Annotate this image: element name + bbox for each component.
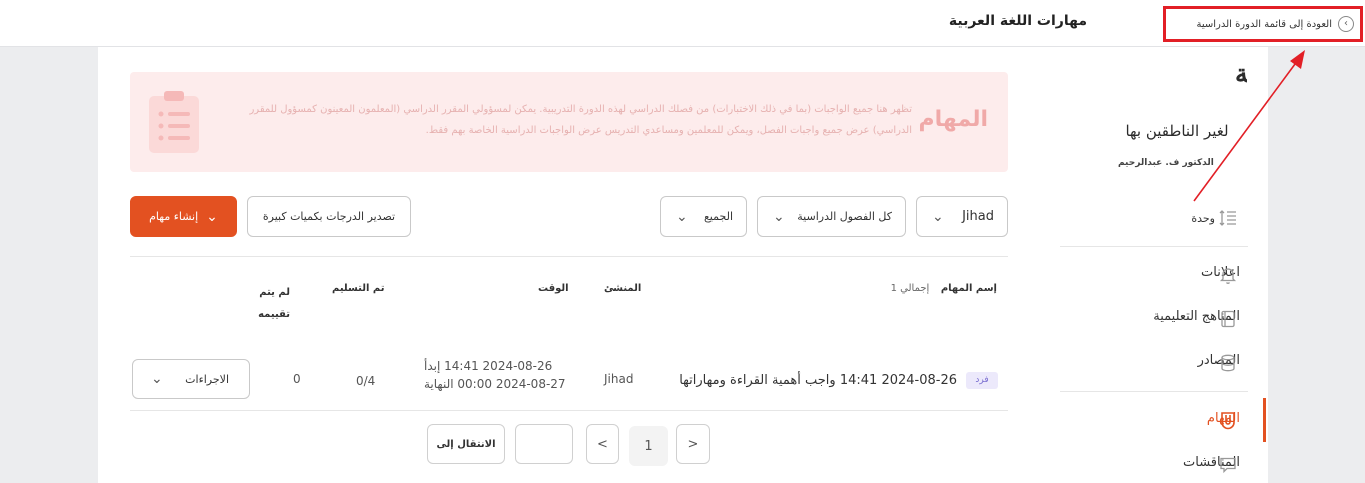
header-task-name-label: إسم المهام — [940, 283, 997, 294]
top-bar: مهارات اللغة العربية — [0, 0, 1365, 47]
sidebar-divider — [1060, 391, 1248, 392]
filter-teacher-value: Jihad — [962, 209, 994, 224]
header-creator: المنشئ — [604, 283, 642, 294]
tasks-info-banner: المهام تظهر هنا جميع الواجبات (بما في ذل… — [130, 72, 1008, 172]
next-page-button[interactable]: > — [676, 424, 710, 464]
filter-status-value: الجميع — [703, 210, 733, 223]
header-task-name: إسم المهام إجمالي 1 — [891, 283, 997, 294]
back-link-label: العودة إلى قائمة الدورة الدراسية — [1196, 18, 1332, 30]
header-total-count: إجمالي 1 — [890, 283, 930, 294]
task-not-graded-count: 0 — [293, 372, 301, 386]
chevron-down-icon: ⌄ — [676, 208, 688, 225]
header-submitted: تم التسليم — [332, 283, 385, 294]
bell-icon — [1219, 268, 1237, 284]
filter-classes-dropdown[interactable]: ⌄ كل الفصول الدراسية — [757, 196, 906, 237]
circle-chevron-left-icon: ‹ — [1338, 16, 1354, 32]
export-label: تصدير الدرجات بكميات كبيرة — [262, 210, 396, 223]
filter-teacher-dropdown[interactable]: ⌄ Jihad — [916, 196, 1008, 237]
header-not-graded: لم يتم تقييمه — [258, 282, 290, 326]
task-name-link[interactable]: 2024-08-26 14:41 واجب أهمية القراءة ومها… — [679, 373, 957, 388]
task-type-badge: فرد — [966, 372, 998, 389]
sidebar-divider — [1060, 246, 1248, 247]
goto-page-input[interactable] — [515, 424, 573, 464]
chevron-down-icon: ⌄ — [206, 208, 218, 225]
task-start-time: 2024-08-26 14:41 إبدأ — [424, 359, 553, 373]
banner-title: المهام — [918, 107, 988, 132]
book-title: دروس اللغة العربية — [1235, 59, 1247, 89]
chevron-down-icon: ⌄ — [151, 371, 163, 387]
bulk-export-grades-button[interactable]: تصدير الدرجات بكميات كبيرة — [247, 196, 411, 237]
header-not-graded-line1: لم يتم — [259, 287, 290, 298]
filter-classes-value: كل الفصول الدراسية — [797, 210, 892, 223]
course-title: مهارات اللغة العربية — [948, 13, 1087, 29]
book-subtitle: لغير الناطقين بها — [1125, 122, 1228, 140]
unit-label[interactable]: وحدة — [1191, 212, 1215, 225]
banner-description: تظهر هنا جميع الواجبات (بما في ذلك الاخت… — [249, 104, 912, 136]
book-author: الدكتور ف. عبدالرحيم — [1118, 158, 1214, 168]
book-icon — [1221, 310, 1235, 328]
table-top-divider — [130, 256, 1008, 257]
create-task-label: إنشاء مهام — [149, 210, 199, 223]
task-submitted-count: 0/4 — [356, 374, 376, 388]
goto-page-button[interactable]: الانتقال إلى — [427, 424, 505, 464]
active-item-indicator — [1263, 398, 1266, 442]
prev-page-button[interactable]: < — [586, 424, 619, 464]
row-actions-dropdown[interactable]: ⌄ الاجراءات — [132, 359, 250, 399]
badge-icon — [1221, 412, 1235, 430]
header-time: الوقت — [538, 283, 569, 294]
current-page[interactable]: 1 — [629, 426, 668, 466]
row-actions-label: الاجراءات — [185, 372, 229, 386]
list-indent-icon[interactable] — [1218, 208, 1238, 228]
clipboard-icon — [149, 91, 199, 153]
table-row-divider — [130, 410, 1008, 411]
chevron-down-icon: ⌄ — [773, 208, 785, 225]
chevron-down-icon: ⌄ — [932, 208, 944, 225]
filter-status-dropdown[interactable]: ⌄ الجميع — [660, 196, 747, 237]
chat-icon — [1220, 457, 1236, 474]
task-end-time: 2024-08-27 00:00 النهاية — [424, 377, 566, 391]
task-creator: Jihad — [604, 372, 634, 386]
back-to-course-list-link[interactable]: العودة إلى قائمة الدورة الدراسية ‹ — [1163, 6, 1363, 42]
create-task-button[interactable]: إنشاء مهام ⌄ — [130, 196, 237, 237]
database-icon — [1221, 354, 1235, 372]
header-not-graded-line2: تقييمه — [258, 309, 290, 320]
